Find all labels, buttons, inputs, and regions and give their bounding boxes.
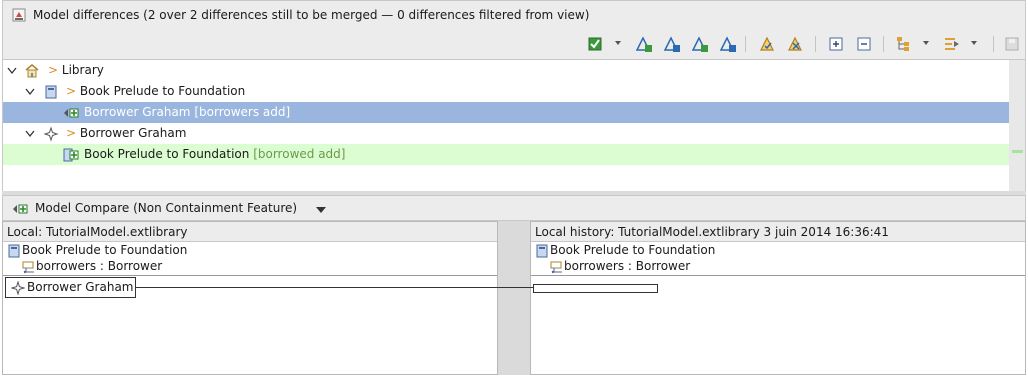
right-feature-label: borrowers : Borrower bbox=[564, 259, 691, 273]
reference-add-icon bbox=[64, 108, 79, 118]
tree-row-borrower-added[interactable]: Borrower Graham [borrowers add] bbox=[3, 102, 1010, 123]
compare-header: Model Compare (Non Containment Feature) bbox=[2, 195, 1026, 221]
left-value-label: Borrower Graham bbox=[27, 280, 134, 294]
overview-marker bbox=[1012, 150, 1023, 153]
model-differences-icon bbox=[12, 8, 26, 22]
borrower-icon bbox=[43, 126, 59, 142]
left-compare-pane: Local: TutorialModel.extlibrary Book Pre… bbox=[2, 221, 498, 375]
group-dropdown-icon[interactable] bbox=[923, 41, 929, 45]
diff-kind-label: [borrowed add] bbox=[253, 147, 346, 161]
filter-dropdown-icon[interactable] bbox=[971, 41, 977, 45]
tree-row-label: Book Prelude to Foundation bbox=[84, 147, 250, 161]
view-title: Model differences (2 over 2 differences … bbox=[33, 8, 590, 22]
tree-row-label: Borrower Graham bbox=[79, 126, 187, 140]
library-icon bbox=[25, 64, 39, 78]
expanded-twisty-icon[interactable] bbox=[7, 67, 17, 75]
right-object-label: Book Prelude to Foundation bbox=[550, 243, 716, 257]
left-feature-label: borrowers : Borrower bbox=[36, 259, 163, 273]
change-marker: > bbox=[66, 126, 77, 140]
save-icon[interactable] bbox=[1003, 35, 1021, 53]
tree-row-label: Borrower Graham bbox=[84, 105, 191, 119]
pane-divider bbox=[3, 275, 497, 276]
book-icon bbox=[536, 244, 548, 258]
next-diff-icon[interactable] bbox=[635, 35, 653, 53]
toolbar-separator bbox=[993, 36, 994, 52]
right-pane-header: Local history: TutorialModel.extlibrary … bbox=[531, 222, 1025, 242]
reference-add-icon bbox=[13, 204, 28, 214]
tree-row-label: Library bbox=[61, 63, 104, 77]
book-icon bbox=[45, 85, 57, 99]
previous-change-icon[interactable] bbox=[719, 35, 737, 53]
collapse-all-icon[interactable] bbox=[855, 35, 873, 53]
book-icon bbox=[8, 244, 20, 258]
borrower-icon bbox=[11, 281, 25, 295]
tree-row-borrower[interactable]: > Borrower Graham bbox=[3, 123, 1010, 144]
expanded-twisty-icon[interactable] bbox=[25, 130, 35, 138]
differences-tree: > Library > Book Prelude to Foundation B… bbox=[2, 60, 1010, 191]
view-menu-icon[interactable] bbox=[316, 207, 326, 213]
reject-all-icon[interactable] bbox=[787, 35, 805, 53]
accept-all-icon[interactable] bbox=[759, 35, 777, 53]
change-marker: > bbox=[48, 63, 59, 77]
toolbar-separator bbox=[883, 36, 884, 52]
view-header: Model differences (2 over 2 differences … bbox=[2, 0, 1026, 30]
tree-row-book[interactable]: > Book Prelude to Foundation bbox=[3, 81, 1010, 102]
group-icon[interactable] bbox=[895, 35, 913, 53]
toolbar-separator bbox=[815, 36, 816, 52]
previous-diff-icon[interactable] bbox=[663, 35, 681, 53]
reference-feature-icon bbox=[550, 261, 562, 274]
right-empty-placeholder[interactable] bbox=[533, 284, 658, 293]
diff-connector-line bbox=[136, 287, 533, 288]
left-pane-header: Local: TutorialModel.extlibrary bbox=[3, 222, 497, 242]
toolbar-separator bbox=[745, 36, 746, 52]
expanded-twisty-icon[interactable] bbox=[25, 88, 35, 96]
toolbar bbox=[2, 30, 1026, 60]
filter-icon[interactable] bbox=[943, 35, 961, 53]
reference-feature-icon bbox=[22, 261, 34, 274]
pane-divider bbox=[531, 275, 1025, 276]
tree-row-label: Book Prelude to Foundation bbox=[79, 84, 246, 98]
tree-row-book-added[interactable]: Book Prelude to Foundation [borrowed add… bbox=[3, 144, 1010, 165]
change-marker: > bbox=[66, 84, 77, 98]
tree-row-library[interactable]: > Library bbox=[3, 60, 1010, 81]
tree-scrollbar[interactable] bbox=[1009, 60, 1026, 191]
merge-accept-icon[interactable] bbox=[587, 35, 605, 53]
dropdown-arrow-icon[interactable] bbox=[615, 41, 621, 45]
left-object-label: Book Prelude to Foundation bbox=[22, 243, 188, 257]
merge-gutter bbox=[498, 221, 530, 375]
expand-all-icon[interactable] bbox=[827, 35, 845, 53]
next-change-icon[interactable] bbox=[691, 35, 709, 53]
left-value-item[interactable]: Borrower Graham bbox=[5, 277, 136, 298]
book-add-icon bbox=[63, 148, 79, 162]
diff-kind-label: [borrowers add] bbox=[194, 105, 291, 119]
compare-title: Model Compare (Non Containment Feature) bbox=[35, 201, 298, 215]
right-compare-pane: Local history: TutorialModel.extlibrary … bbox=[530, 221, 1026, 375]
